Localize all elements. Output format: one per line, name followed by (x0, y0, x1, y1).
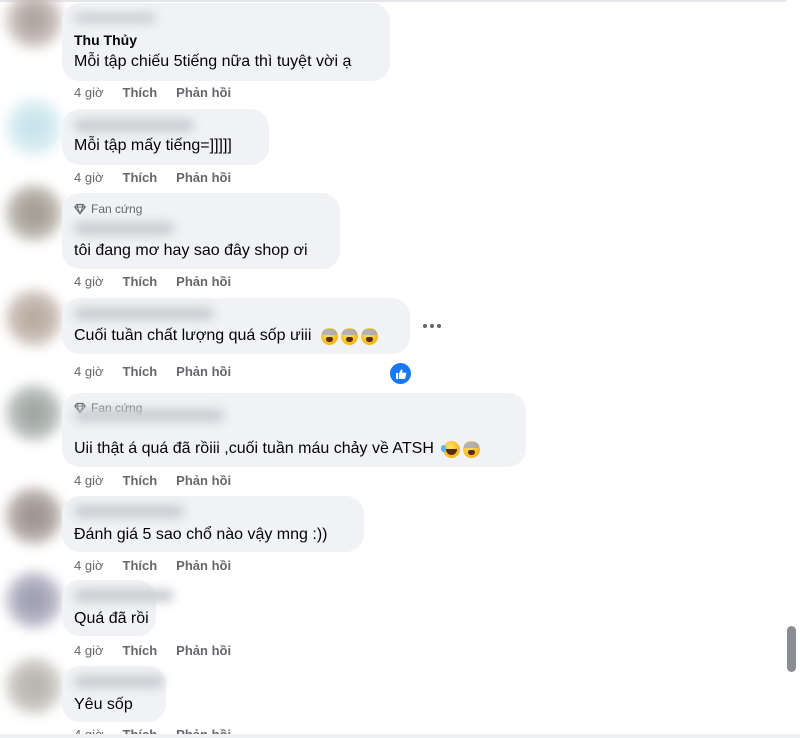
comment-time[interactable]: 4 giờ (74, 643, 104, 658)
avatar[interactable] (6, 290, 62, 346)
comment-actions: 4 giờ Thích Phản hồi (74, 558, 231, 573)
avatar[interactable] (6, 658, 62, 714)
comment-text-content: Đánh giá 5 sao chổ nào vậy mng :)) (74, 526, 328, 543)
comment-bubble: Fan cứng tôi đang mơ hay sao đây shop ơi (62, 193, 340, 269)
author-name-redacted (74, 222, 174, 235)
comment-text: Quá đã rồi (74, 610, 149, 628)
comment-bubble: Fan cứng Uii thật á quá đã rồiii ,cuối t… (62, 393, 526, 467)
comment-feed: Thu Thủy Mỗi tập chiếu 5tiếng nữa thì tu… (0, 0, 800, 738)
reply-button[interactable]: Phản hồi (176, 85, 231, 100)
like-thumb-icon[interactable] (388, 361, 413, 386)
scrollbar-thumb[interactable] (787, 626, 796, 672)
avatar[interactable] (6, 185, 62, 241)
like-button[interactable]: Thích (123, 558, 158, 573)
like-button[interactable]: Thích (123, 85, 158, 100)
comment-text: Mỗi tập chiếu 5tiếng nữa thì tuyệt vời ạ (74, 53, 351, 71)
comment-bubble: Yêu sốp (62, 666, 166, 722)
diamond-icon (74, 203, 86, 215)
avatar[interactable] (6, 572, 62, 628)
comment-bubble: Mỗi tập mấy tiếng=]]]]] (62, 109, 269, 165)
comment-text-content: Cuối tuần chất lượng quá sốp ưiii (74, 327, 312, 344)
comment-time[interactable]: 4 giờ (74, 473, 104, 488)
reply-button[interactable]: Phản hồi (176, 643, 231, 658)
reply-button[interactable]: Phản hồi (176, 274, 231, 289)
comment-text: tôi đang mơ hay sao đây shop ơi (74, 242, 308, 260)
avatar[interactable] (6, 0, 62, 48)
comment-bubble: Đánh giá 5 sao chổ nào vậy mng :)) (62, 496, 364, 552)
comment-actions: 4 giờ Thích Phản hồi (74, 85, 231, 100)
like-button[interactable]: Thích (123, 643, 158, 658)
comment-time[interactable]: 4 giờ (74, 85, 104, 100)
fearful-face-icon (321, 327, 339, 345)
reply-button[interactable]: Phản hồi (176, 170, 231, 185)
top-divider (0, 0, 800, 2)
comment-bubble: Quá đã rồi (62, 580, 174, 636)
comment-text: Uii thật á quá đã rồiii ,cuối tuần máu c… (74, 440, 480, 458)
reply-button[interactable]: Phản hồi (176, 558, 231, 573)
fearful-face-icon (462, 440, 480, 458)
comment-actions: 4 giờ Thích Phản hồi (74, 473, 231, 488)
comment-time[interactable]: 4 giờ (74, 170, 104, 185)
avatar[interactable] (6, 385, 62, 441)
comment-actions: 4 giờ Thích Phản hồi (74, 170, 231, 185)
comment-text-content: Uii thật á quá đã rồiii ,cuối tuần máu c… (74, 440, 434, 457)
comment-text-content: tôi đang mơ hay sao đây shop ơi (74, 242, 308, 259)
comment-text-content: Yêu sốp (74, 696, 133, 713)
comment-text-content: Mỗi tập chiếu 5tiếng nữa thì tuyệt vời ạ (74, 53, 352, 70)
comment-actions: 4 giờ Thích Phản hồi (74, 364, 231, 379)
like-button[interactable]: Thích (123, 170, 158, 185)
comment-time[interactable]: 4 giờ (74, 558, 104, 573)
comment-actions: 4 giờ Thích Phản hồi (74, 274, 231, 289)
more-options-icon[interactable] (420, 316, 444, 336)
comment-text: Mỗi tập mấy tiếng=]]]]] (74, 137, 232, 155)
author-name-redacted (74, 675, 164, 688)
avatar[interactable] (6, 99, 62, 155)
fan-badge: Fan cứng (74, 202, 142, 216)
comment-time[interactable]: 4 giờ (74, 274, 104, 289)
comment-actions: 4 giờ Thích Phản hồi (74, 643, 231, 658)
fearful-face-icon (361, 327, 379, 345)
author-name-redacted (74, 119, 194, 132)
comment-bubble: Cuối tuần chất lượng quá sốp ưiii (62, 298, 410, 354)
author-name-redacted (74, 505, 184, 518)
avatar[interactable] (6, 488, 62, 544)
author-name-redacted (74, 13, 156, 23)
like-button[interactable]: Thích (123, 274, 158, 289)
rolling-laughing-face-icon (440, 440, 460, 458)
author-name-redacted (74, 409, 224, 422)
badge-label: Fan cứng (91, 202, 143, 216)
comment-text: Đánh giá 5 sao chổ nào vậy mng :)) (74, 526, 327, 544)
author-name[interactable]: Thu Thủy (74, 32, 137, 48)
comment-text-content: Quá đã rồi (74, 610, 149, 627)
comment-text: Cuối tuần chất lượng quá sốp ưiii (74, 327, 379, 345)
like-button[interactable]: Thích (123, 473, 158, 488)
reply-button[interactable]: Phản hồi (176, 473, 231, 488)
author-name-redacted (74, 589, 174, 602)
comment-time[interactable]: 4 giờ (74, 364, 104, 379)
comment-bubble: Thu Thủy Mỗi tập chiếu 5tiếng nữa thì tu… (62, 3, 390, 81)
author-name-redacted (74, 307, 214, 320)
reply-button[interactable]: Phản hồi (176, 364, 231, 379)
fearful-face-icon (341, 327, 359, 345)
bottom-divider (0, 734, 800, 738)
comment-text: Yêu sốp (74, 696, 133, 714)
comment-text-content: Mỗi tập mấy tiếng=]]]]] (74, 137, 232, 154)
like-button[interactable]: Thích (123, 364, 158, 379)
